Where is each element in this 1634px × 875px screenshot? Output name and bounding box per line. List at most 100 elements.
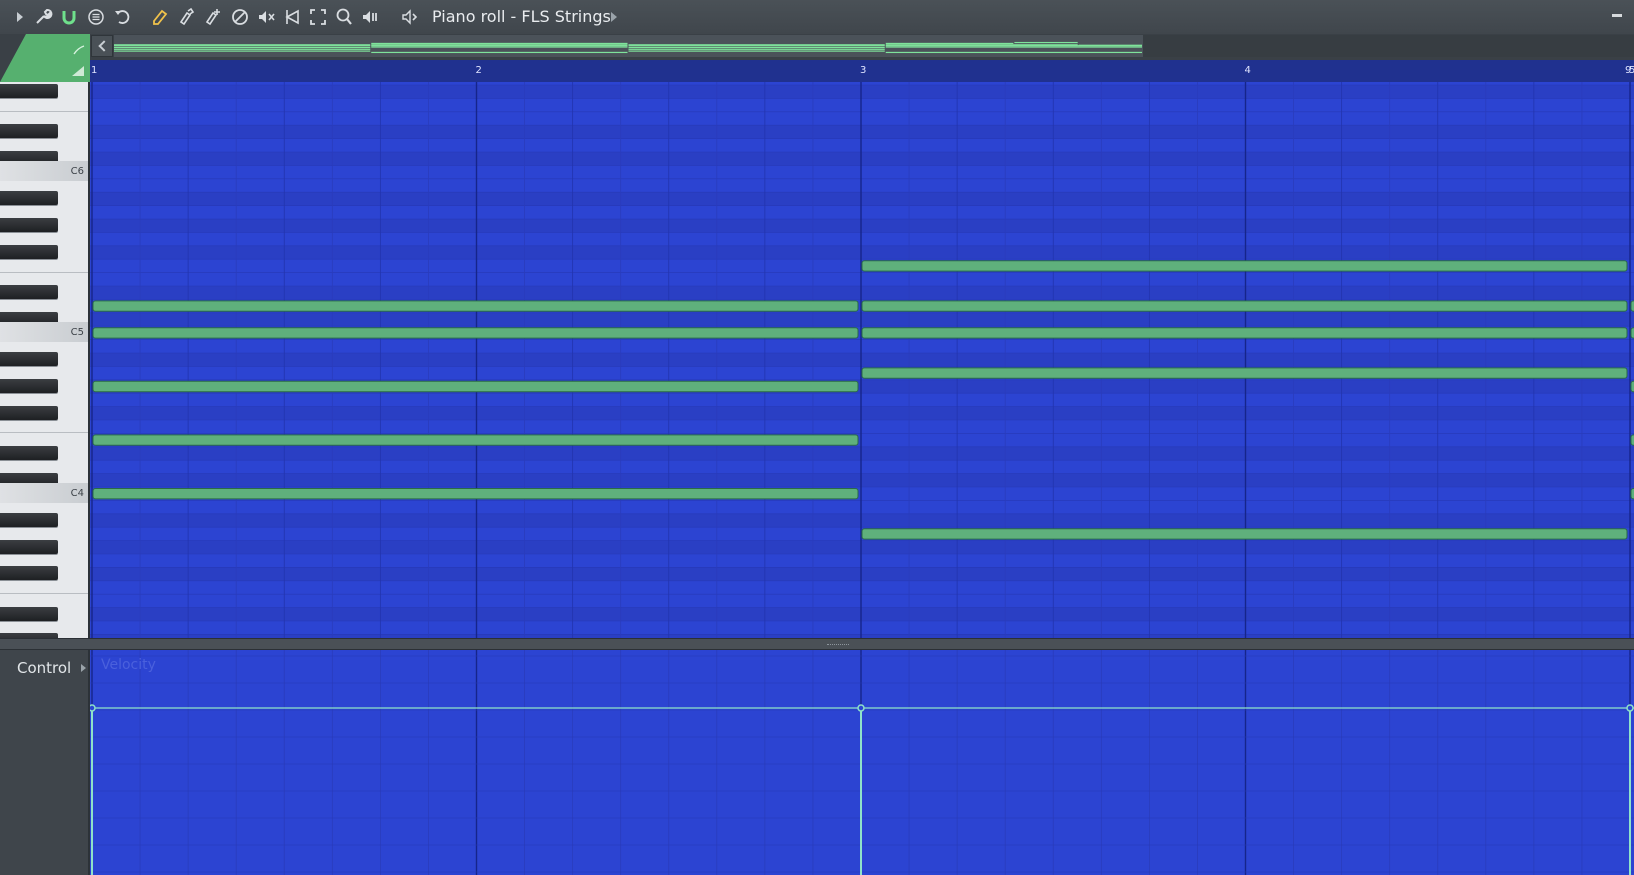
key-label-c6: C6 xyxy=(70,166,84,178)
black-key[interactable] xyxy=(0,445,58,460)
zoom-icon[interactable] xyxy=(334,7,354,27)
black-key[interactable] xyxy=(0,539,58,554)
overview-note xyxy=(114,46,371,49)
speaker-icon[interactable] xyxy=(400,7,420,27)
overview-note xyxy=(628,48,885,50)
select-icon[interactable] xyxy=(308,7,328,27)
overview-note xyxy=(628,46,885,49)
scroll-left-button[interactable] xyxy=(91,35,113,57)
black-key-lane xyxy=(90,219,1634,233)
black-key-lane xyxy=(90,406,1634,420)
black-key-lane xyxy=(90,286,1634,300)
pencil-icon[interactable] xyxy=(150,7,170,27)
black-key-lane xyxy=(90,152,1634,166)
bar-number: 4 xyxy=(1244,65,1251,76)
black-key[interactable] xyxy=(0,285,58,299)
title-menu-arrow-icon[interactable] xyxy=(611,12,617,22)
toolbar: Piano roll - FLS Strings xyxy=(0,0,1634,35)
white-key-divider xyxy=(0,432,88,434)
overview-scrollbar[interactable] xyxy=(114,35,1143,57)
overview-note xyxy=(885,45,1142,47)
bar-number: 3 xyxy=(860,65,867,76)
overview-note xyxy=(1014,41,1078,44)
overview-note xyxy=(114,50,371,52)
overview-note xyxy=(628,50,885,52)
key-label-c4: C4 xyxy=(70,488,84,499)
splitter-grip[interactable] xyxy=(827,644,849,647)
black-key[interactable] xyxy=(0,512,58,527)
black-key[interactable] xyxy=(0,84,58,98)
black-key[interactable] xyxy=(0,218,58,232)
black-key-lane xyxy=(90,446,1634,461)
white-key-divider xyxy=(0,110,88,112)
overview-note xyxy=(371,42,628,45)
note-E4[interactable] xyxy=(92,434,859,446)
control-menu-arrow-icon[interactable] xyxy=(81,664,86,672)
overview-note xyxy=(371,51,628,54)
black-key[interactable] xyxy=(0,352,58,366)
black-key-lane xyxy=(90,567,1634,581)
minimize-button[interactable] xyxy=(1612,14,1622,17)
undo-icon[interactable] xyxy=(112,7,132,27)
black-key-lane xyxy=(90,192,1634,206)
piano-roll-window: Piano roll - FLS Strings 123456789 C6C5C… xyxy=(0,0,1634,875)
black-key[interactable] xyxy=(0,124,58,139)
note-grid[interactable] xyxy=(90,82,1634,638)
note-D5[interactable] xyxy=(92,300,859,312)
black-key[interactable] xyxy=(0,405,58,420)
overview-note xyxy=(628,45,885,47)
note-A4[interactable] xyxy=(861,367,1628,379)
piano-keyboard[interactable]: C6 C5 C4 xyxy=(0,82,90,638)
note-F5[interactable] xyxy=(861,260,1628,272)
velocity-panel[interactable]: Velocity xyxy=(90,650,1634,875)
black-key-lane xyxy=(90,513,1634,528)
black-key[interactable] xyxy=(0,606,58,621)
note-C5[interactable] xyxy=(92,327,859,339)
black-key[interactable] xyxy=(0,566,58,581)
play-arrow-icon[interactable] xyxy=(10,7,30,27)
note-A3[interactable] xyxy=(861,528,1628,540)
velocity-handle[interactable] xyxy=(857,704,865,712)
black-key-lane xyxy=(90,312,1634,327)
paint-brush-plus-icon[interactable] xyxy=(202,7,222,27)
control-label[interactable]: Control xyxy=(17,659,71,677)
black-key[interactable] xyxy=(0,244,58,259)
overview-note xyxy=(885,51,1142,54)
window-title[interactable]: Piano roll - FLS Strings xyxy=(432,8,611,26)
overview-note xyxy=(114,45,371,47)
timeline-ruler[interactable]: 123456789 xyxy=(90,60,1634,83)
note-C5[interactable] xyxy=(861,327,1628,339)
overview-note xyxy=(885,46,1142,48)
delete-icon[interactable] xyxy=(230,7,250,27)
black-key-lane xyxy=(90,85,1634,99)
scroll-track[interactable] xyxy=(1143,35,1634,57)
magnet-icon[interactable] xyxy=(59,7,79,27)
playback-icon[interactable] xyxy=(360,7,380,27)
note-G#4[interactable] xyxy=(92,380,859,393)
black-key-lane xyxy=(90,125,1634,139)
mute-icon[interactable] xyxy=(256,7,276,27)
tool-corner-tab[interactable] xyxy=(0,34,90,82)
white-key-divider xyxy=(0,271,88,273)
black-key[interactable] xyxy=(0,191,58,206)
wrench-icon[interactable] xyxy=(33,7,53,27)
black-key-lane xyxy=(90,540,1634,554)
panel-splitter[interactable] xyxy=(0,638,1634,650)
black-key-lane xyxy=(90,473,1634,487)
black-key-lane xyxy=(90,353,1634,367)
bar-number: 1 xyxy=(91,65,98,76)
overview-note xyxy=(371,45,628,47)
note-C4[interactable] xyxy=(92,488,859,500)
bar-number: 9 xyxy=(1625,65,1632,76)
velocity-handle[interactable] xyxy=(1626,704,1634,712)
overview-note xyxy=(114,48,371,50)
slice-icon[interactable] xyxy=(282,7,302,27)
paint-brush-icon[interactable] xyxy=(176,7,196,27)
velocity-handle[interactable] xyxy=(90,704,96,712)
black-key-lane xyxy=(90,245,1634,260)
overview-note xyxy=(371,46,628,48)
note-D5[interactable] xyxy=(861,300,1628,312)
velocity-label: Velocity xyxy=(101,657,156,673)
menu-circle-icon[interactable] xyxy=(86,7,106,27)
black-key[interactable] xyxy=(0,378,58,393)
